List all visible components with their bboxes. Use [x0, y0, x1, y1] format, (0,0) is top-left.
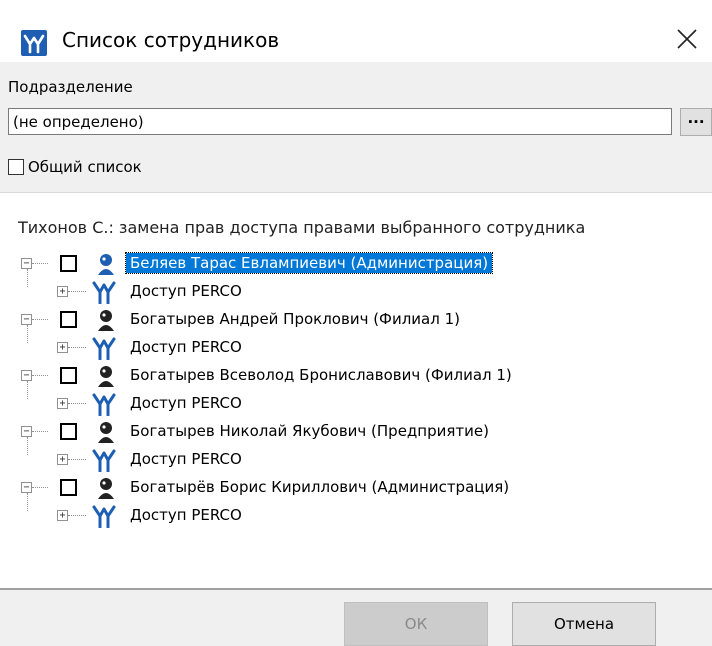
employee-icon — [98, 310, 114, 331]
common-list-checkbox[interactable] — [8, 159, 24, 175]
perco-access-icon — [92, 337, 116, 360]
access-row[interactable]: + Доступ PERCO — [0, 334, 712, 362]
employee-row[interactable]: − Богатырев Андрей Проклович (Филиал 1) — [0, 306, 712, 343]
employee-checkbox[interactable] — [60, 479, 77, 496]
employee-name[interactable]: Богатырев Всеволод Брониславович (Филиал… — [126, 365, 516, 385]
close-icon — [677, 29, 697, 49]
expand-toggle-icon[interactable]: + — [57, 510, 68, 521]
common-list-label: Общий список — [28, 158, 142, 176]
collapse-toggle-icon[interactable]: − — [21, 314, 32, 325]
expand-toggle-icon[interactable]: + — [57, 398, 68, 409]
ok-button[interactable]: ОК — [344, 602, 488, 646]
expand-toggle-icon[interactable]: + — [57, 286, 68, 297]
employee-row[interactable]: − Богатырев Всеволод Брониславович (Филиа… — [0, 362, 712, 399]
footer: ОК Отмена — [0, 590, 712, 646]
perco-access-icon — [92, 449, 116, 472]
access-label[interactable]: Доступ PERCO — [126, 393, 246, 413]
access-label[interactable]: Доступ PERCO — [126, 505, 246, 525]
tree-connector — [68, 347, 86, 348]
window-title: Список сотрудников — [62, 28, 280, 52]
employee-icon — [98, 366, 114, 387]
expand-toggle-icon[interactable]: + — [57, 454, 68, 465]
expand-toggle-icon[interactable]: + — [57, 342, 68, 353]
employee-name[interactable]: Богатырев Николай Якубович (Предприятие) — [126, 421, 493, 441]
tree-connector — [68, 515, 86, 516]
perco-access-icon — [92, 393, 116, 416]
tree-connector — [32, 487, 48, 488]
access-row[interactable]: + Доступ PERCO — [0, 278, 712, 306]
collapse-toggle-icon[interactable]: − — [21, 482, 32, 493]
employee-row[interactable]: − Беляев Тарас Евлампиевич (Администрация… — [0, 250, 712, 287]
employee-checkbox[interactable] — [60, 367, 77, 384]
employee-row[interactable]: − Богатырев Николай Якубович (Предприятие… — [0, 418, 712, 455]
browse-division-button[interactable]: ... — [680, 108, 712, 136]
filter-panel: Подразделение (не определено) ... Общий … — [0, 62, 712, 193]
perco-access-icon — [92, 505, 116, 528]
tree-connector — [32, 375, 48, 376]
cancel-button[interactable]: Отмена — [512, 602, 656, 646]
employee-checkbox[interactable] — [60, 423, 77, 440]
division-label: Подразделение — [8, 78, 133, 96]
collapse-toggle-icon[interactable]: − — [21, 370, 32, 381]
employee-checkbox[interactable] — [60, 311, 77, 328]
collapse-toggle-icon[interactable]: − — [21, 426, 32, 437]
employee-name[interactable]: Богатырев Андрей Проклович (Филиал 1) — [126, 309, 464, 329]
access-label[interactable]: Доступ PERCO — [126, 281, 246, 301]
tree-connector — [32, 263, 48, 264]
list-caption: Тихонов С.: замена прав доступа правами … — [18, 218, 586, 237]
access-row[interactable]: + Доступ PERCO — [0, 502, 712, 530]
employee-row[interactable]: − Богатырёв Борис Кириллович (Администрац… — [0, 474, 712, 511]
employee-name[interactable]: Богатырёв Борис Кириллович (Администраци… — [126, 477, 513, 497]
perco-access-icon — [92, 281, 116, 304]
access-row[interactable]: + Доступ PERCO — [0, 390, 712, 418]
tree-connector — [68, 459, 86, 460]
employee-name[interactable]: Беляев Тарас Евлампиевич (Администрация) — [124, 252, 494, 274]
tree-connector — [68, 403, 86, 404]
access-label[interactable]: Доступ PERCO — [126, 449, 246, 469]
collapse-toggle-icon[interactable]: − — [21, 258, 32, 269]
tree-connector — [32, 319, 48, 320]
tree-connector — [32, 431, 48, 432]
employee-icon — [98, 478, 114, 499]
access-row[interactable]: + Доступ PERCO — [0, 446, 712, 474]
tree-connector — [68, 291, 86, 292]
close-button[interactable] — [664, 18, 708, 62]
employee-icon — [98, 422, 114, 443]
employee-checkbox[interactable] — [60, 255, 77, 272]
employee-icon — [98, 254, 114, 275]
access-label[interactable]: Доступ PERCO — [126, 337, 246, 357]
title-bar: Список сотрудников — [0, 0, 712, 62]
perco-logo-icon — [21, 30, 47, 56]
division-field[interactable]: (не определено) — [8, 108, 672, 135]
